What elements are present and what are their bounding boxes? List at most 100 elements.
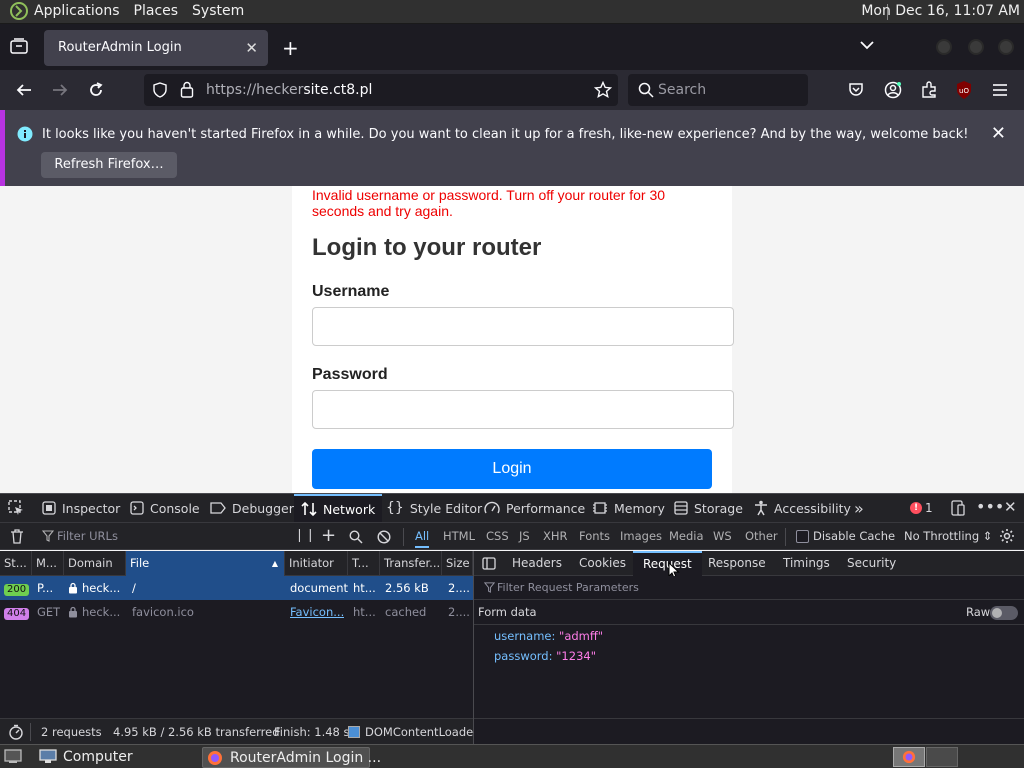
system-menu[interactable]: System [192,3,244,19]
filter-urls-input[interactable]: Filter URLs [57,529,118,543]
new-tab-icon[interactable]: + [282,36,299,60]
col-initiator[interactable]: Initiator [285,551,348,576]
devtools-close-icon[interactable]: ✕ [1004,498,1017,516]
ublock-origin-icon[interactable]: uO [955,80,973,100]
element-picker-icon[interactable] [8,500,24,516]
col-type[interactable]: T... [348,551,380,576]
raw-toggle[interactable] [990,606,1018,620]
tab-memory[interactable]: Memory [592,494,665,522]
filter-xhr[interactable]: XHR [543,529,568,543]
tab-console[interactable]: Console [130,494,200,522]
filter-html[interactable]: HTML [443,529,475,543]
tab-style-editor[interactable]: {} Style Editor [386,494,482,522]
performance-analysis-icon[interactable] [8,724,24,740]
col-transferred[interactable]: Transfer... [380,551,442,576]
notification-close-icon[interactable]: ✕ [991,123,1006,144]
form-param-password[interactable]: password: "1234" [494,649,596,663]
taskbar-item-firefox[interactable]: RouterAdmin Login ... [202,747,381,768]
filter-other[interactable]: Other [745,529,778,543]
details-status-area [474,718,1024,744]
tab-storage[interactable]: Storage [674,494,743,522]
login-button[interactable]: Login [312,449,712,489]
svg-text:uO: uO [959,87,969,95]
col-method[interactable]: M... [32,551,64,576]
devtools-options-icon[interactable]: ••• [976,497,1004,516]
url-bar[interactable]: https://heckersite.ct8.pl [144,74,618,106]
error-message: Invalid username or password. Turn off y… [312,187,666,219]
tab-accessibility[interactable]: Accessibility [754,494,851,522]
show-desktop-icon[interactable] [4,749,22,764]
param-key: password: [494,649,553,663]
tab-network[interactable]: Network [294,494,383,522]
pause-icon[interactable]: ❘❘ [294,528,316,543]
workspace-2[interactable] [926,747,958,767]
tab-overview-icon[interactable] [10,38,28,54]
add-request-icon[interactable]: + [321,525,336,546]
menu-hamburger-icon[interactable] [992,83,1008,97]
col-file[interactable]: File ▲ [126,551,285,576]
request-initiator-link[interactable]: Favicon... [290,600,344,624]
tab-cookies[interactable]: Cookies [579,551,626,576]
disable-cache-checkbox[interactable] [796,530,809,543]
search-bar[interactable]: Search [628,74,808,106]
more-tools-icon[interactable]: » [854,499,864,518]
tracking-protection-icon[interactable] [152,82,168,98]
filter-all[interactable]: All [415,529,430,548]
form-data-label[interactable]: Form data [478,605,537,619]
minimize-button[interactable] [936,39,952,55]
block-requests-icon[interactable] [377,530,391,544]
filter-media[interactable]: Media [669,529,704,543]
forward-icon[interactable] [52,82,68,98]
taskbar-item-computer[interactable]: Computer [34,747,196,768]
bookmark-star-icon[interactable] [594,81,612,99]
filter-css[interactable]: CSS [486,529,509,543]
tab-timings[interactable]: Timings [783,551,830,576]
back-icon[interactable] [16,82,32,98]
tab-security[interactable]: Security [847,551,896,576]
col-size[interactable]: Size [442,551,473,576]
applications-menu[interactable]: Applications [34,3,120,19]
toggle-sidebar-icon[interactable] [482,557,496,570]
close-window-button[interactable] [998,39,1014,55]
tab-headers[interactable]: Headers [512,551,562,576]
form-param-username[interactable]: username: "admff" [494,629,603,643]
account-icon[interactable] [884,81,902,99]
throttling-value: No Throttling [904,529,980,543]
finish-time: Finish: 1.48 s [274,725,350,739]
username-field[interactable] [312,307,734,346]
responsive-design-icon[interactable] [950,500,966,516]
refresh-firefox-button[interactable]: Refresh Firefox… [41,152,177,178]
filter-js[interactable]: JS [519,529,530,543]
error-count-badge[interactable]: ! 1 [910,501,933,515]
filter-images[interactable]: Images [620,529,662,543]
maximize-button[interactable] [968,39,984,55]
clear-requests-icon[interactable] [10,529,24,544]
search-requests-icon[interactable] [349,530,363,544]
filter-params-input[interactable]: Filter Request Parameters [497,581,639,594]
table-row[interactable]: 404 GET heck... favicon.ico Favicon... h… [0,600,473,624]
url-text[interactable]: https://heckersite.ct8.pl [206,82,372,98]
network-settings-gear-icon[interactable] [999,528,1015,544]
distro-logo-icon[interactable] [10,2,28,20]
filter-ws[interactable]: WS [713,529,732,543]
tab-performance[interactable]: Performance [484,494,585,522]
col-status[interactable]: St... [0,551,32,576]
tab-routeradmin[interactable]: RouterAdmin Login ✕ [44,30,268,66]
lock-icon[interactable] [180,81,194,98]
pocket-icon[interactable] [848,82,864,98]
clock[interactable]: Mon Dec 16, 11:07 AM [861,3,1020,19]
reload-icon[interactable] [88,82,104,98]
tab-inspector[interactable]: Inspector [42,494,120,522]
tab-debugger[interactable]: Debugger [210,494,294,522]
list-all-tabs-icon[interactable] [860,40,874,50]
col-domain[interactable]: Domain [64,551,126,576]
tab-close-icon[interactable]: ✕ [245,39,258,57]
filter-fonts[interactable]: Fonts [579,529,610,543]
table-row[interactable]: 200 P... heck... / document ht... 2.56 k… [0,576,473,600]
extensions-icon[interactable] [920,81,938,99]
throttling-select[interactable]: No Throttling ⇕ [904,529,992,543]
places-menu[interactable]: Places [134,3,179,19]
password-field[interactable] [312,390,734,429]
workspace-switcher[interactable] [893,747,925,767]
tab-response[interactable]: Response [708,551,766,576]
